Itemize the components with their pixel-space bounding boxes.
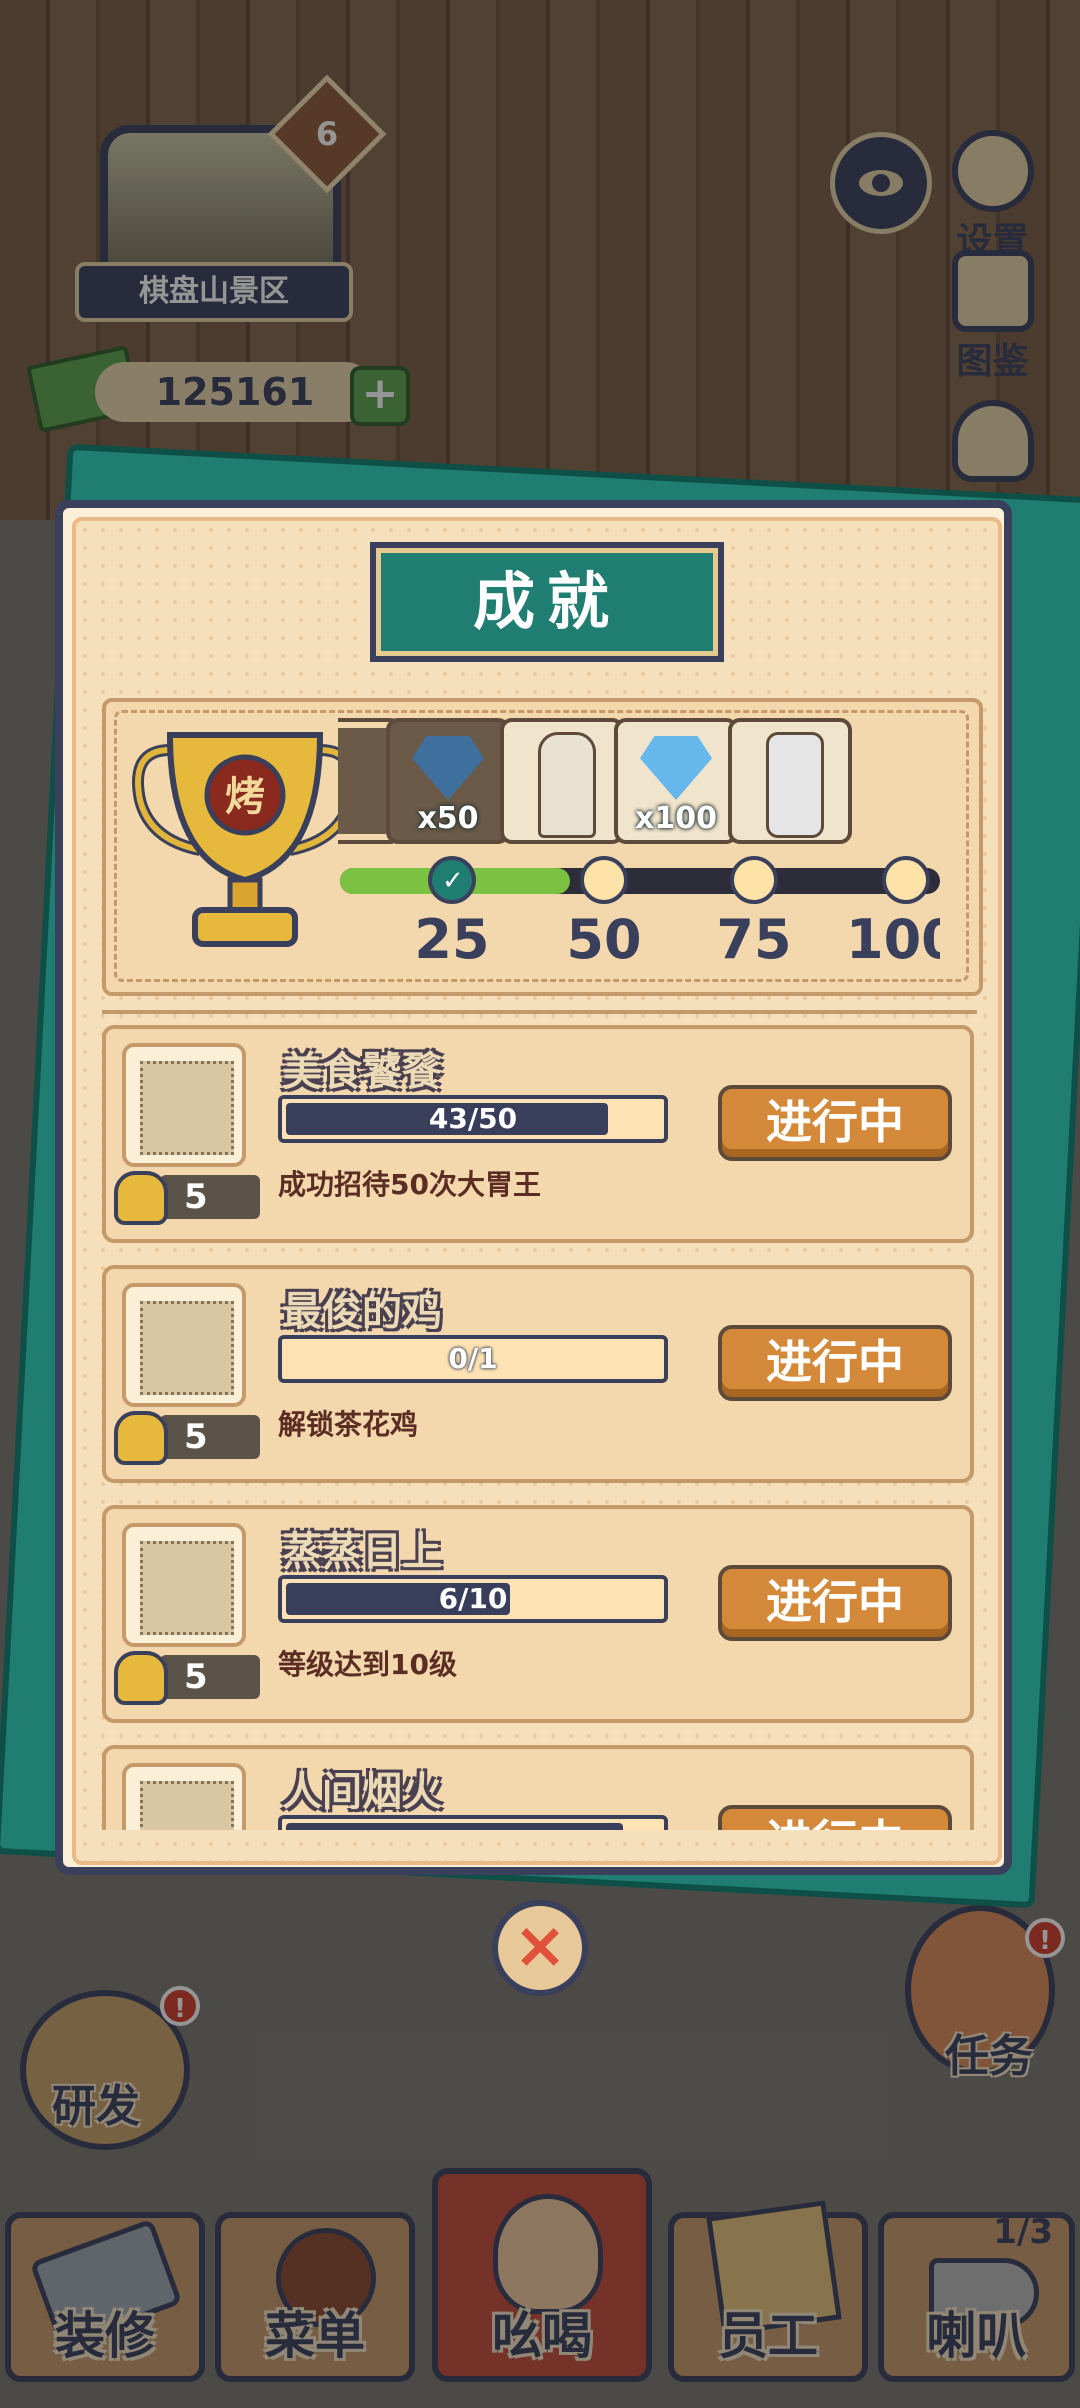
divider [102,1010,977,1014]
reward-quantity: x100 [635,801,717,836]
achievement-progress-text: 6/10 [438,1582,508,1615]
milestone-label: 25 [414,908,490,971]
in-progress-button[interactable]: 进行中 [718,1085,952,1161]
stamp-basket-icon [122,1043,246,1167]
close-button[interactable]: × [492,1900,588,1996]
milestone-label: 100 [846,908,940,971]
panel-title: 成就 [370,542,724,662]
achievement-progress-bar: 43/50 [278,1095,668,1143]
achievement-list[interactable]: 美食饕餮 43/50 成功招待50次大胃王 进行中 5 最俊的鸡 0/1 解锁茶… [100,1025,980,1830]
achievement-progress-bar: 6/10 [278,1575,668,1623]
stamp-roast-chicken-icon [122,1523,246,1647]
reward-item[interactable] [500,718,624,844]
achievement-progress-bar [278,1815,668,1830]
achievement-card: 最俊的鸡 0/1 解锁茶花鸡 进行中 5 [102,1265,974,1483]
milestone-dot [882,856,930,904]
reward-item[interactable]: x50 [386,718,510,844]
in-progress-button[interactable]: 进行中 [718,1325,952,1401]
reward-partial-icon [338,728,392,834]
achievement-card: 美食饕餮 43/50 成功招待50次大胃王 进行中 5 [102,1025,974,1243]
achievement-card: 人间烟火 进行中 [102,1745,974,1830]
in-progress-button[interactable]: 进行中 [718,1805,952,1830]
achievement-progress-text [282,1819,664,1830]
trophy-icon [114,1411,168,1465]
trophy-icon [114,1171,168,1225]
achievement-progress-bar: 0/1 [278,1335,668,1383]
achievement-progress-text: 0/1 [448,1342,498,1375]
reward-quantity: x50 [417,801,479,836]
trophy-icon [114,1651,168,1705]
achievement-card: 蒸蒸日上 6/10 等级达到10级 进行中 5 [102,1505,974,1723]
achievement-description: 解锁茶花鸡 [278,1408,419,1441]
milestone-check-icon: ✓ [428,856,476,904]
diamond-dark-icon [412,736,484,800]
achievement-points: 5 [160,1655,260,1699]
achievement-title: 蒸蒸日上 [282,1529,442,1575]
achievement-title: 美食饕餮 [282,1049,442,1095]
achievement-title: 人间烟火 [282,1769,442,1815]
achievement-description: 成功招待50次大胃王 [278,1168,541,1201]
dress-outfit-icon [538,732,596,838]
milestone-dot [580,856,628,904]
diamond-light-icon [640,736,712,800]
reward-item[interactable] [728,718,852,844]
stamp-rooster-icon [122,1283,246,1407]
milestone-label: 50 [566,908,642,971]
stamp-landscape-icon [122,1763,246,1830]
trophy-icon: 烤 [132,732,358,947]
achievement-points: 5 [160,1415,260,1459]
suit-outfit-icon [766,732,824,838]
achievement-progress-text: 43/50 [428,1102,518,1135]
achievement-points: 5 [160,1175,260,1219]
achievement-title: 最俊的鸡 [282,1289,442,1335]
trophy-character: 烤 [225,774,265,820]
reward-item[interactable]: x100 [614,718,738,844]
milestone-dot [730,856,778,904]
milestone-label: 75 [716,908,792,971]
achievement-description: 等级达到10级 [278,1648,457,1681]
in-progress-button[interactable]: 进行中 [718,1565,952,1641]
